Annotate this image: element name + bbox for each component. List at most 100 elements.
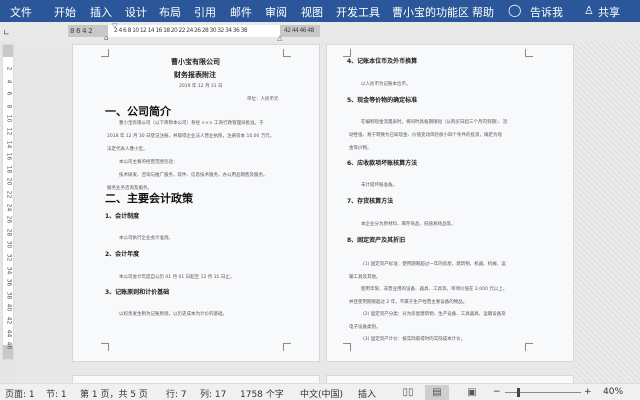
ruler-number: 24: [5, 203, 13, 211]
status-row[interactable]: 行: 7: [166, 387, 187, 400]
ruler-number: 28: [5, 228, 13, 237]
crop-mark: [101, 343, 109, 351]
ruler-right-numbers: 42 44 46 48: [284, 27, 314, 34]
ruler-number: 32: [5, 253, 13, 262]
subheading: 3、记账原则和计价基础: [105, 289, 170, 296]
page-4[interactable]: [326, 375, 574, 383]
background-pattern: [574, 42, 640, 383]
crop-mark: [343, 343, 351, 351]
ruler-left-numbers: 8 6 4 2: [70, 27, 93, 35]
paragraph: 使用年限、非营业用的设备、器具、工具等，单项价值在 2,000 元以上，: [361, 287, 508, 292]
subheading: 4、记账本位币及外币换算: [347, 58, 418, 65]
paragraph: 以权责发生制为记账原则，以历史成本为计价的基础。: [119, 312, 227, 317]
doc-unit: 单位：人民币元: [247, 97, 279, 102]
paragraph: 曹小宝有限公司（以下简称本公司）系经 ××× 工商行政管理局批准，于: [119, 121, 264, 126]
heading-company: 一、公司简介: [105, 105, 171, 118]
ruler-number: 14: [5, 140, 13, 148]
ruler-number: 34: [5, 266, 13, 274]
ruler-number: 2: [5, 66, 13, 71]
paragraph: 2018 年 12 月 30 日登记注册，并取得企业法人营业执照，注册资本 10…: [107, 134, 275, 139]
status-bar: 页面: 1 节: 1 第 1 页，共 5 页 行: 7 列: 17 1758 个…: [0, 383, 640, 400]
status-insert-mode[interactable]: 插入: [358, 387, 376, 400]
ruler-number: 18: [5, 165, 13, 174]
status-language[interactable]: 中文(中国): [300, 387, 343, 400]
crop-mark: [283, 343, 291, 351]
tab-design[interactable]: 设计: [125, 4, 147, 20]
lightbulb-icon[interactable]: ◯: [508, 3, 521, 17]
ruler-number: 8: [5, 104, 13, 109]
page-1[interactable]: 曹小宝有限公司 财务报表附注 2019 年 12 月 31 日 单位：人民币元 …: [72, 44, 320, 362]
tab-layout[interactable]: 布局: [159, 4, 181, 20]
tab-file[interactable]: 文件: [10, 4, 32, 20]
zoom-in-button[interactable]: +: [584, 387, 592, 397]
crop-mark: [283, 49, 291, 57]
web-layout-button[interactable]: ▣: [460, 385, 484, 400]
ruler-number: 20: [5, 178, 13, 186]
status-section[interactable]: 节: 1: [46, 387, 67, 400]
vertical-ruler[interactable]: 2 4 6 8 10 12 14 16 18 20 22 24 26 28 30 32 34 36 38 40 42 44…: [2, 44, 14, 360]
paragraph: 技术研发、咨询与推广服务，软件、信息技术服务，办公用品销售及服务。: [119, 173, 268, 178]
ribbon-tab-bar: 文件 开始 插入 设计 布局 引用 邮件 审阅 视图 开发工具 曹小宝的功能区 …: [0, 0, 640, 22]
paragraph: (3) 固定资产计价：按实际取得时的实际成本计价。: [363, 337, 466, 342]
subheading: 2、会计年度: [105, 251, 140, 258]
tab-references[interactable]: 引用: [194, 4, 216, 20]
tab-developer[interactable]: 开发工具: [336, 4, 380, 20]
crop-mark: [525, 343, 533, 351]
ruler-number: 42: [5, 316, 13, 325]
left-indent-marker[interactable]: ⌂: [104, 34, 108, 42]
read-mode-button[interactable]: ▯▯: [396, 385, 420, 400]
right-indent-marker[interactable]: △: [277, 34, 282, 42]
person-icon[interactable]: ♙: [584, 4, 594, 17]
first-line-indent-marker[interactable]: ▽: [112, 22, 117, 30]
paragraph: 在编制现金流量表时，将同时具备期限短（从购买日起三个月内到期）、流: [361, 120, 508, 125]
doc-date: 2019 年 12 月 31 日: [179, 84, 223, 89]
paragraph: 电子设备类别。: [349, 325, 381, 330]
paragraph: 并且使用期限超过 2 年，不属于生产经营主要设备的物品。: [349, 300, 468, 305]
ruler-number: 22: [5, 190, 13, 199]
paragraph: 动性强、易于转换为已知现金、价值变动风险很小四个条件的投资，确定为现: [349, 133, 502, 138]
tab-review[interactable]: 审阅: [265, 4, 287, 20]
zoom-level[interactable]: 40%: [603, 387, 623, 397]
tab-view[interactable]: 视图: [301, 4, 323, 20]
document-area[interactable]: 曹小宝有限公司 财务报表附注 2019 年 12 月 31 日 单位：人民币元 …: [16, 42, 640, 383]
tab-help[interactable]: 帮助: [472, 4, 494, 20]
zoom-slider-thumb[interactable]: [516, 388, 520, 397]
subheading: 5、现金等价物的确定标准: [347, 97, 418, 104]
ruler-top-margin: [3, 45, 13, 57]
ruler-number: 10: [5, 115, 13, 123]
paragraph: 金等价物。: [349, 146, 372, 151]
share-button[interactable]: 共享: [598, 4, 620, 20]
doc-title: 曹小宝有限公司: [171, 58, 220, 66]
doc-subtitle: 财务报表附注: [174, 71, 216, 79]
status-page-count[interactable]: 第 1 页，共 5 页: [80, 387, 148, 400]
status-col[interactable]: 列: 17: [200, 387, 226, 400]
ruler-number: 38: [5, 291, 13, 300]
subheading: 1、会计制度: [105, 213, 140, 220]
tab-home[interactable]: 开始: [54, 4, 76, 20]
print-layout-button[interactable]: ▤: [425, 385, 449, 400]
zoom-out-button[interactable]: −: [493, 387, 501, 397]
ruler-numbers: 2 4 6 8 10 12 14 16 18 20 22 24 26 28 30…: [114, 27, 248, 34]
horizontal-ruler[interactable]: ∟ 8 6 4 2 2 4 6 8 10 12 14 16 18 20 22 2…: [0, 22, 640, 42]
ruler-number: 40: [5, 304, 13, 312]
status-word-count[interactable]: 1758 个字: [240, 387, 284, 400]
tab-insert[interactable]: 插入: [90, 4, 112, 20]
crop-mark: [525, 49, 533, 57]
ruler-number: 6: [5, 91, 13, 96]
ruler-number: 30: [5, 241, 13, 249]
page-3[interactable]: [72, 375, 320, 383]
paragraph: 本企业分为原材料、库存商品、低值易耗品等。: [361, 222, 456, 227]
status-page[interactable]: 页面: 1: [5, 387, 35, 400]
paragraph: (1) 固定资产标准：使用期限超过一年的房屋、建筑物、机器、机械、运: [363, 262, 506, 267]
ruler-number: 36: [5, 278, 13, 287]
tab-custom[interactable]: 曹小宝的功能区: [392, 4, 469, 20]
ruler-number: 46: [5, 341, 13, 350]
subheading: 7、存货核算方法: [347, 198, 394, 205]
paragraph: 本公司执行企业会计准则。: [119, 236, 173, 241]
ruler-number: 16: [5, 152, 13, 161]
tell-me-button[interactable]: 告诉我: [530, 4, 563, 20]
tab-mailings[interactable]: 邮件: [230, 4, 252, 20]
subheading: 6、应收款项坏账核算方法: [347, 160, 418, 167]
tab-selector[interactable]: ∟: [3, 28, 13, 38]
page-2[interactable]: 4、记账本位币及外币换算 以人民币为记账本位币。 5、现金等价物的确定标准 在编…: [326, 44, 574, 362]
